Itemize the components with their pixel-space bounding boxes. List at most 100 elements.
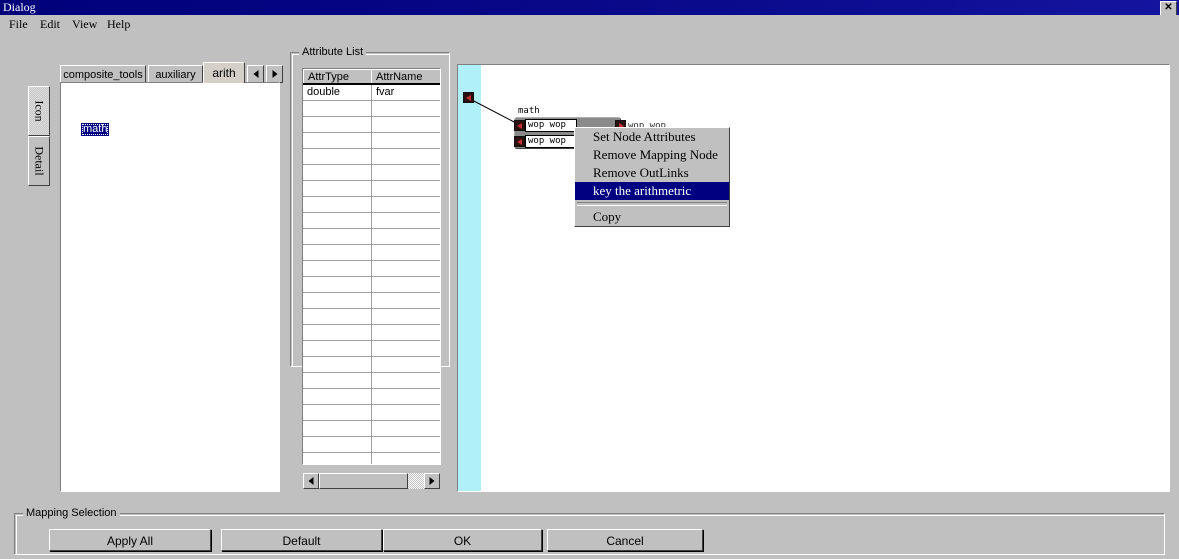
- table-row[interactable]: [303, 149, 440, 165]
- table-row[interactable]: [303, 389, 440, 405]
- menu-item-help[interactable]: Help: [103, 17, 134, 32]
- menu-item-edit[interactable]: Edit: [36, 17, 64, 32]
- scroll-right-icon[interactable]: [424, 473, 440, 489]
- palette-item-math[interactable]: math: [81, 123, 110, 136]
- table-row[interactable]: [303, 293, 440, 309]
- cell-attrname: [372, 213, 440, 228]
- table-row[interactable]: [303, 181, 440, 197]
- table-row[interactable]: [303, 357, 440, 373]
- tab-auxiliary[interactable]: auxiliary: [148, 65, 203, 83]
- table-row[interactable]: [303, 309, 440, 325]
- cell-attrname: [372, 149, 440, 164]
- attribute-list-title: Attribute List: [299, 46, 367, 58]
- cell-attrname: [372, 277, 440, 292]
- tab-composite-tools[interactable]: composite_tools: [60, 65, 146, 83]
- context-menu: Set Node Attributes Remove Mapping Node Re…: [574, 127, 730, 227]
- table-row[interactable]: [303, 325, 440, 341]
- cell-attrtype: [303, 197, 371, 212]
- close-icon[interactable]: ✕: [1160, 1, 1177, 16]
- context-menu-item[interactable]: Set Node Attributes: [575, 128, 729, 146]
- apply-all-button-label: Apply All: [106, 534, 154, 548]
- cell-attrtype: [303, 181, 371, 196]
- tab-scroll-left-icon[interactable]: [247, 65, 264, 83]
- cell-attrtype: [303, 389, 371, 404]
- menu-item-file[interactable]: File: [5, 17, 32, 32]
- cancel-button-label: Cancel: [606, 534, 644, 548]
- node-title: math: [518, 106, 540, 116]
- context-menu-item[interactable]: Copy: [575, 208, 729, 226]
- attribute-table-hscrollbar[interactable]: [303, 473, 440, 489]
- default-button-label: Default: [282, 534, 321, 548]
- table-row[interactable]: [303, 277, 440, 293]
- table-row[interactable]: [303, 213, 440, 229]
- cell-attrname: [372, 165, 440, 180]
- sidebar-tab-detail-label: Detail: [32, 146, 47, 176]
- cell-attrtype: [303, 229, 371, 244]
- table-row[interactable]: [303, 437, 440, 453]
- cell-attrname: [372, 229, 440, 244]
- cell-attrname: [372, 293, 440, 308]
- sidebar-tab-icon[interactable]: Icon: [28, 86, 50, 136]
- cell-attrname: [372, 453, 440, 464]
- table-row[interactable]: [303, 197, 440, 213]
- cell-attrname: [372, 181, 440, 196]
- table-row[interactable]: [303, 405, 440, 421]
- cell-attrname: [372, 101, 440, 116]
- table-row[interactable]: [303, 133, 440, 149]
- scrollbar-track[interactable]: [319, 473, 424, 489]
- tab-scroll-arrows: [247, 65, 285, 83]
- table-row[interactable]: double fvar: [303, 85, 440, 101]
- cell-attrname: [372, 117, 440, 132]
- attribute-table[interactable]: AttrType AttrName double fvar: [302, 68, 441, 465]
- table-row[interactable]: [303, 261, 440, 277]
- cell-attrtype: [303, 453, 371, 464]
- table-row[interactable]: [303, 117, 440, 133]
- dialog-window: Dialog ✕ File Edit View Help Icon Detail…: [0, 0, 1179, 559]
- node-input-port-2-icon[interactable]: [514, 136, 525, 147]
- cell-attrtype: [303, 101, 371, 116]
- column-header-attrname[interactable]: AttrName: [371, 69, 440, 83]
- sidebar-tab-detail[interactable]: Detail: [28, 136, 50, 186]
- table-row[interactable]: [303, 453, 440, 464]
- cell-attrtype: [303, 293, 371, 308]
- cell-attrtype: [303, 341, 371, 356]
- table-row[interactable]: [303, 421, 440, 437]
- cell-attrname: [372, 437, 440, 452]
- context-menu-item[interactable]: key the arithmetric: [575, 182, 729, 200]
- graph-canvas[interactable]: math wop wop wop wop wop wop Set Node At…: [457, 64, 1170, 492]
- scrollbar-thumb[interactable]: [319, 473, 408, 489]
- cell-attrtype: [303, 325, 371, 340]
- cell-attrname: [372, 261, 440, 276]
- cell-attrname: fvar: [376, 86, 395, 98]
- context-menu-item[interactable]: Remove OutLinks: [575, 164, 729, 182]
- menu-item-view[interactable]: View: [68, 17, 101, 32]
- canvas-left-strip: [458, 65, 481, 491]
- context-menu-item[interactable]: Remove Mapping Node: [575, 146, 729, 164]
- table-row[interactable]: [303, 229, 440, 245]
- cell-attrtype: [303, 421, 371, 436]
- cell-attrtype: [303, 261, 371, 276]
- default-button[interactable]: Default: [221, 529, 382, 551]
- table-row[interactable]: [303, 101, 440, 117]
- attribute-table-header: AttrType AttrName: [303, 69, 440, 85]
- column-header-attrtype[interactable]: AttrType: [303, 69, 371, 83]
- table-row[interactable]: [303, 245, 440, 261]
- title-bar: Dialog ✕: [0, 0, 1179, 16]
- palette-canvas[interactable]: math: [60, 82, 280, 492]
- cell-attrname: [372, 325, 440, 340]
- mapping-selection-title: Mapping Selection: [23, 507, 120, 519]
- tab-arith[interactable]: arith: [203, 62, 245, 83]
- menu-bar: File Edit View Help: [0, 15, 1179, 34]
- node-input-port-1-icon[interactable]: [514, 120, 525, 131]
- cancel-button[interactable]: Cancel: [547, 529, 703, 551]
- apply-all-button[interactable]: Apply All: [49, 529, 211, 551]
- cell-attrtype: [303, 245, 371, 260]
- table-row[interactable]: [303, 373, 440, 389]
- scroll-left-icon[interactable]: [303, 473, 319, 489]
- source-port-icon[interactable]: [463, 92, 474, 103]
- table-row[interactable]: [303, 341, 440, 357]
- tab-scroll-right-icon[interactable]: [266, 65, 283, 83]
- ok-button[interactable]: OK: [383, 529, 542, 551]
- cell-attrtype: double: [307, 86, 341, 98]
- table-row[interactable]: [303, 165, 440, 181]
